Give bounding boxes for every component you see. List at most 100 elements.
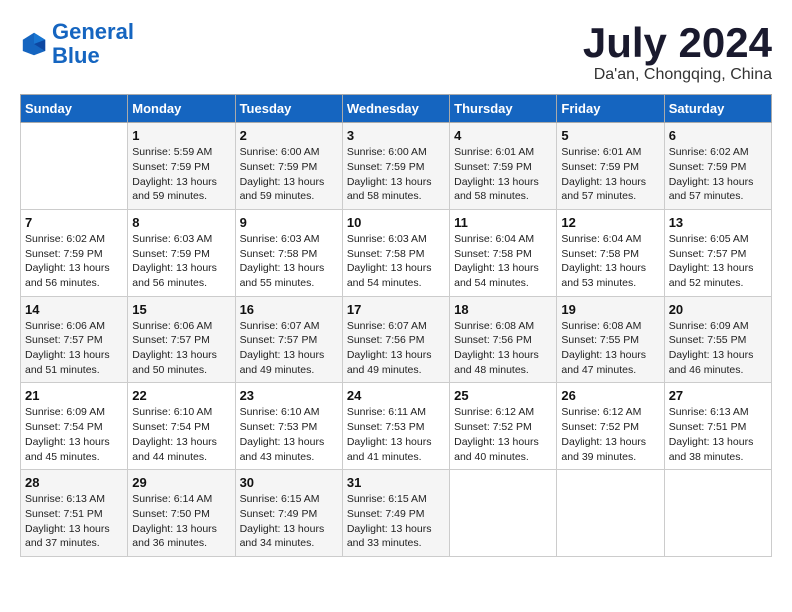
calendar-cell: 9 Sunrise: 6:03 AM Sunset: 7:58 PM Daylig… bbox=[235, 209, 342, 296]
day-number: 19 bbox=[561, 302, 659, 317]
calendar-cell bbox=[664, 470, 771, 557]
calendar-cell: 24 Sunrise: 6:11 AM Sunset: 7:53 PM Dayli… bbox=[342, 383, 449, 470]
calendar-cell: 13 Sunrise: 6:05 AM Sunset: 7:57 PM Dayli… bbox=[664, 209, 771, 296]
day-info: Sunrise: 6:15 AM Sunset: 7:49 PM Dayligh… bbox=[347, 492, 445, 551]
weekday-header-wednesday: Wednesday bbox=[342, 95, 449, 123]
day-info: Sunrise: 6:03 AM Sunset: 7:58 PM Dayligh… bbox=[347, 232, 445, 291]
calendar-cell: 22 Sunrise: 6:10 AM Sunset: 7:54 PM Dayli… bbox=[128, 383, 235, 470]
calendar-cell: 18 Sunrise: 6:08 AM Sunset: 7:56 PM Dayli… bbox=[450, 296, 557, 383]
day-info: Sunrise: 6:13 AM Sunset: 7:51 PM Dayligh… bbox=[669, 405, 767, 464]
day-info: Sunrise: 6:03 AM Sunset: 7:58 PM Dayligh… bbox=[240, 232, 338, 291]
calendar-cell bbox=[557, 470, 664, 557]
day-number: 10 bbox=[347, 215, 445, 230]
day-number: 22 bbox=[132, 388, 230, 403]
day-number: 7 bbox=[25, 215, 123, 230]
day-number: 24 bbox=[347, 388, 445, 403]
day-info: Sunrise: 6:10 AM Sunset: 7:53 PM Dayligh… bbox=[240, 405, 338, 464]
logo: General Blue bbox=[20, 20, 134, 68]
calendar-cell: 26 Sunrise: 6:12 AM Sunset: 7:52 PM Dayli… bbox=[557, 383, 664, 470]
day-number: 28 bbox=[25, 475, 123, 490]
weekday-header-sunday: Sunday bbox=[21, 95, 128, 123]
day-number: 26 bbox=[561, 388, 659, 403]
location: Da'an, Chongqing, China bbox=[583, 66, 772, 84]
weekday-header-tuesday: Tuesday bbox=[235, 95, 342, 123]
calendar-cell: 1Sunrise: 5:59 AM Sunset: 7:59 PM Daylig… bbox=[128, 123, 235, 210]
day-number: 6 bbox=[669, 128, 767, 143]
calendar-cell: 3 Sunrise: 6:00 AM Sunset: 7:59 PM Daylig… bbox=[342, 123, 449, 210]
calendar-cell: 31 Sunrise: 6:15 AM Sunset: 7:49 PM Dayli… bbox=[342, 470, 449, 557]
calendar-cell: 7 Sunrise: 6:02 AM Sunset: 7:59 PM Daylig… bbox=[21, 209, 128, 296]
day-number: 27 bbox=[669, 388, 767, 403]
day-info: Sunrise: 6:01 AM Sunset: 7:59 PM Dayligh… bbox=[561, 145, 659, 204]
page-header: General Blue July 2024 Da'an, Chongqing,… bbox=[20, 20, 772, 84]
calendar-cell: 29 Sunrise: 6:14 AM Sunset: 7:50 PM Dayli… bbox=[128, 470, 235, 557]
calendar-cell: 21Sunrise: 6:09 AM Sunset: 7:54 PM Dayli… bbox=[21, 383, 128, 470]
calendar-cell: 4 Sunrise: 6:01 AM Sunset: 7:59 PM Daylig… bbox=[450, 123, 557, 210]
day-number: 2 bbox=[240, 128, 338, 143]
day-info: Sunrise: 6:11 AM Sunset: 7:53 PM Dayligh… bbox=[347, 405, 445, 464]
day-info: Sunrise: 6:12 AM Sunset: 7:52 PM Dayligh… bbox=[454, 405, 552, 464]
calendar-cell: 5Sunrise: 6:01 AM Sunset: 7:59 PM Daylig… bbox=[557, 123, 664, 210]
day-number: 3 bbox=[347, 128, 445, 143]
day-number: 23 bbox=[240, 388, 338, 403]
day-number: 15 bbox=[132, 302, 230, 317]
day-info: Sunrise: 6:13 AM Sunset: 7:51 PM Dayligh… bbox=[25, 492, 123, 551]
day-info: Sunrise: 6:10 AM Sunset: 7:54 PM Dayligh… bbox=[132, 405, 230, 464]
calendar-cell: 11 Sunrise: 6:04 AM Sunset: 7:58 PM Dayli… bbox=[450, 209, 557, 296]
day-info: Sunrise: 6:14 AM Sunset: 7:50 PM Dayligh… bbox=[132, 492, 230, 551]
calendar-week-row: 28 Sunrise: 6:13 AM Sunset: 7:51 PM Dayli… bbox=[21, 470, 772, 557]
day-info: Sunrise: 6:00 AM Sunset: 7:59 PM Dayligh… bbox=[240, 145, 338, 204]
day-info: Sunrise: 6:02 AM Sunset: 7:59 PM Dayligh… bbox=[669, 145, 767, 204]
day-number: 1 bbox=[132, 128, 230, 143]
day-info: Sunrise: 6:08 AM Sunset: 7:55 PM Dayligh… bbox=[561, 319, 659, 378]
calendar-cell: 2 Sunrise: 6:00 AM Sunset: 7:59 PM Daylig… bbox=[235, 123, 342, 210]
calendar-cell: 30Sunrise: 6:15 AM Sunset: 7:49 PM Dayli… bbox=[235, 470, 342, 557]
calendar-week-row: 7 Sunrise: 6:02 AM Sunset: 7:59 PM Daylig… bbox=[21, 209, 772, 296]
day-info: Sunrise: 6:07 AM Sunset: 7:56 PM Dayligh… bbox=[347, 319, 445, 378]
month-title: July 2024 bbox=[583, 20, 772, 66]
day-info: Sunrise: 6:04 AM Sunset: 7:58 PM Dayligh… bbox=[561, 232, 659, 291]
day-number: 12 bbox=[561, 215, 659, 230]
weekday-header-thursday: Thursday bbox=[450, 95, 557, 123]
weekday-header-row: SundayMondayTuesdayWednesdayThursdayFrid… bbox=[21, 95, 772, 123]
day-info: Sunrise: 6:06 AM Sunset: 7:57 PM Dayligh… bbox=[25, 319, 123, 378]
day-info: Sunrise: 6:08 AM Sunset: 7:56 PM Dayligh… bbox=[454, 319, 552, 378]
day-number: 4 bbox=[454, 128, 552, 143]
calendar-cell: 6 Sunrise: 6:02 AM Sunset: 7:59 PM Daylig… bbox=[664, 123, 771, 210]
calendar-cell bbox=[450, 470, 557, 557]
calendar-cell: 20Sunrise: 6:09 AM Sunset: 7:55 PM Dayli… bbox=[664, 296, 771, 383]
weekday-header-friday: Friday bbox=[557, 95, 664, 123]
day-number: 18 bbox=[454, 302, 552, 317]
day-number: 14 bbox=[25, 302, 123, 317]
calendar-cell: 16Sunrise: 6:07 AM Sunset: 7:57 PM Dayli… bbox=[235, 296, 342, 383]
weekday-header-saturday: Saturday bbox=[664, 95, 771, 123]
calendar-week-row: 1Sunrise: 5:59 AM Sunset: 7:59 PM Daylig… bbox=[21, 123, 772, 210]
day-number: 11 bbox=[454, 215, 552, 230]
day-number: 29 bbox=[132, 475, 230, 490]
day-number: 8 bbox=[132, 215, 230, 230]
calendar-week-row: 21Sunrise: 6:09 AM Sunset: 7:54 PM Dayli… bbox=[21, 383, 772, 470]
weekday-header-monday: Monday bbox=[128, 95, 235, 123]
day-info: Sunrise: 6:15 AM Sunset: 7:49 PM Dayligh… bbox=[240, 492, 338, 551]
calendar-cell: 10 Sunrise: 6:03 AM Sunset: 7:58 PM Dayli… bbox=[342, 209, 449, 296]
day-number: 21 bbox=[25, 388, 123, 403]
day-number: 17 bbox=[347, 302, 445, 317]
calendar-table: SundayMondayTuesdayWednesdayThursdayFrid… bbox=[20, 94, 772, 557]
day-info: Sunrise: 6:06 AM Sunset: 7:57 PM Dayligh… bbox=[132, 319, 230, 378]
day-info: Sunrise: 6:00 AM Sunset: 7:59 PM Dayligh… bbox=[347, 145, 445, 204]
day-info: Sunrise: 6:02 AM Sunset: 7:59 PM Dayligh… bbox=[25, 232, 123, 291]
title-block: July 2024 Da'an, Chongqing, China bbox=[583, 20, 772, 84]
day-number: 9 bbox=[240, 215, 338, 230]
calendar-cell: 27 Sunrise: 6:13 AM Sunset: 7:51 PM Dayli… bbox=[664, 383, 771, 470]
calendar-cell: 23 Sunrise: 6:10 AM Sunset: 7:53 PM Dayli… bbox=[235, 383, 342, 470]
day-info: Sunrise: 6:01 AM Sunset: 7:59 PM Dayligh… bbox=[454, 145, 552, 204]
day-info: Sunrise: 6:12 AM Sunset: 7:52 PM Dayligh… bbox=[561, 405, 659, 464]
day-info: Sunrise: 6:09 AM Sunset: 7:55 PM Dayligh… bbox=[669, 319, 767, 378]
day-number: 13 bbox=[669, 215, 767, 230]
day-info: Sunrise: 6:04 AM Sunset: 7:58 PM Dayligh… bbox=[454, 232, 552, 291]
day-number: 31 bbox=[347, 475, 445, 490]
calendar-cell bbox=[21, 123, 128, 210]
logo-text: General Blue bbox=[52, 20, 134, 68]
day-info: Sunrise: 6:03 AM Sunset: 7:59 PM Dayligh… bbox=[132, 232, 230, 291]
day-info: Sunrise: 6:05 AM Sunset: 7:57 PM Dayligh… bbox=[669, 232, 767, 291]
